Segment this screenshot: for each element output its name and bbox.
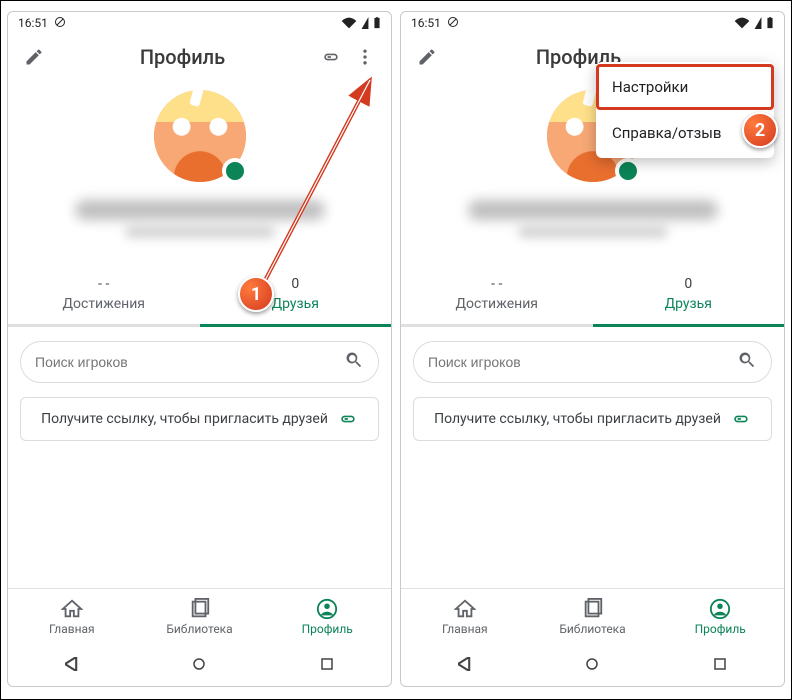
- nav-profile-label: Профиль: [302, 622, 353, 636]
- wifi-icon: [734, 17, 750, 29]
- page-title: Профиль: [48, 45, 317, 69]
- tab-friends-value: 0: [593, 276, 785, 292]
- invite-banner[interactable]: Получите ссылку, чтобы пригласить друзей: [413, 397, 772, 441]
- callout-2: 2: [742, 112, 778, 148]
- invite-label: Получите ссылку, чтобы пригласить друзей: [434, 411, 721, 427]
- phone-left: 16:51 Профиль: [7, 11, 392, 687]
- subtitle-blurred: [518, 226, 668, 238]
- menu-settings[interactable]: Настройки: [596, 64, 774, 110]
- tab-friends[interactable]: 0 Друзья: [593, 268, 785, 324]
- tab-friends-label: Друзья: [272, 296, 319, 312]
- dnd-icon: [447, 16, 459, 31]
- callout-1: 1: [238, 276, 274, 312]
- invite-label: Получите ссылку, чтобы пригласить друзей: [41, 411, 328, 427]
- bottom-nav: Главная Библиотека Профиль: [8, 588, 391, 644]
- sys-back[interactable]: [458, 656, 472, 675]
- app-bar: Профиль: [8, 34, 391, 80]
- invite-banner[interactable]: Получите ссылку, чтобы пригласить друзей: [20, 397, 379, 441]
- sys-home[interactable]: [585, 656, 599, 675]
- username-blurred: [75, 200, 325, 220]
- system-nav: [8, 644, 391, 686]
- nav-profile[interactable]: Профиль: [263, 589, 391, 644]
- battery-icon: [766, 17, 774, 29]
- search-field[interactable]: [413, 341, 772, 383]
- tab-achievements-label: Достижения: [455, 296, 538, 312]
- tab-friends-label: Друзья: [665, 296, 712, 312]
- more-icon[interactable]: [351, 43, 379, 71]
- edit-icon[interactable]: [413, 43, 441, 71]
- nav-home[interactable]: Главная: [8, 589, 136, 644]
- nav-home[interactable]: Главная: [401, 589, 529, 644]
- wifi-icon: [341, 17, 357, 29]
- signal-icon: [361, 17, 369, 29]
- sys-recent[interactable]: [713, 656, 727, 675]
- nav-library[interactable]: Библиотека: [136, 589, 264, 644]
- username-blurred: [468, 200, 718, 220]
- tab-achievements[interactable]: - - Достижения: [8, 268, 200, 324]
- nav-profile[interactable]: Профиль: [656, 589, 784, 644]
- search-icon: [737, 350, 757, 374]
- tab-indicator: [593, 324, 785, 327]
- presence-dot: [615, 158, 641, 184]
- system-nav: [401, 644, 784, 686]
- search-input[interactable]: [428, 354, 737, 370]
- link-icon[interactable]: [317, 43, 345, 71]
- tab-friends-value: 0: [200, 276, 392, 292]
- tab-achievements-label: Достижения: [62, 296, 145, 312]
- status-time: 16:51: [18, 16, 48, 30]
- presence-dot: [222, 158, 248, 184]
- status-bar: 16:51: [8, 12, 391, 34]
- nav-library-label: Библиотека: [559, 622, 625, 636]
- invite-link-icon: [731, 409, 751, 429]
- battery-icon: [373, 17, 381, 29]
- tab-friends[interactable]: 0 Друзья: [200, 268, 392, 324]
- nav-home-label: Главная: [49, 622, 95, 636]
- tab-achievements-value: - -: [401, 276, 593, 292]
- nav-profile-label: Профиль: [695, 622, 746, 636]
- status-bar: 16:51: [401, 12, 784, 34]
- invite-link-icon: [338, 409, 358, 429]
- signal-icon: [754, 17, 762, 29]
- tab-indicator: [200, 324, 392, 327]
- tab-achievements-value: - -: [8, 276, 200, 292]
- nav-library[interactable]: Библиотека: [529, 589, 657, 644]
- tab-achievements[interactable]: - - Достижения: [401, 268, 593, 324]
- edit-icon[interactable]: [20, 43, 48, 71]
- bottom-nav: Главная Библиотека Профиль: [401, 588, 784, 644]
- nav-home-label: Главная: [442, 622, 488, 636]
- nav-library-label: Библиотека: [166, 622, 232, 636]
- subtitle-blurred: [125, 226, 275, 238]
- sys-back[interactable]: [65, 656, 79, 675]
- dnd-icon: [54, 16, 66, 31]
- search-input[interactable]: [35, 354, 344, 370]
- phone-right: 16:51 Профиль Настройки Справка/отзыв: [400, 11, 785, 687]
- status-time: 16:51: [411, 16, 441, 30]
- search-icon: [344, 350, 364, 374]
- sys-recent[interactable]: [320, 656, 334, 675]
- search-field[interactable]: [20, 341, 379, 383]
- sys-home[interactable]: [192, 656, 206, 675]
- content: - - Достижения 0 Друзья Получите ссылку,…: [8, 80, 391, 588]
